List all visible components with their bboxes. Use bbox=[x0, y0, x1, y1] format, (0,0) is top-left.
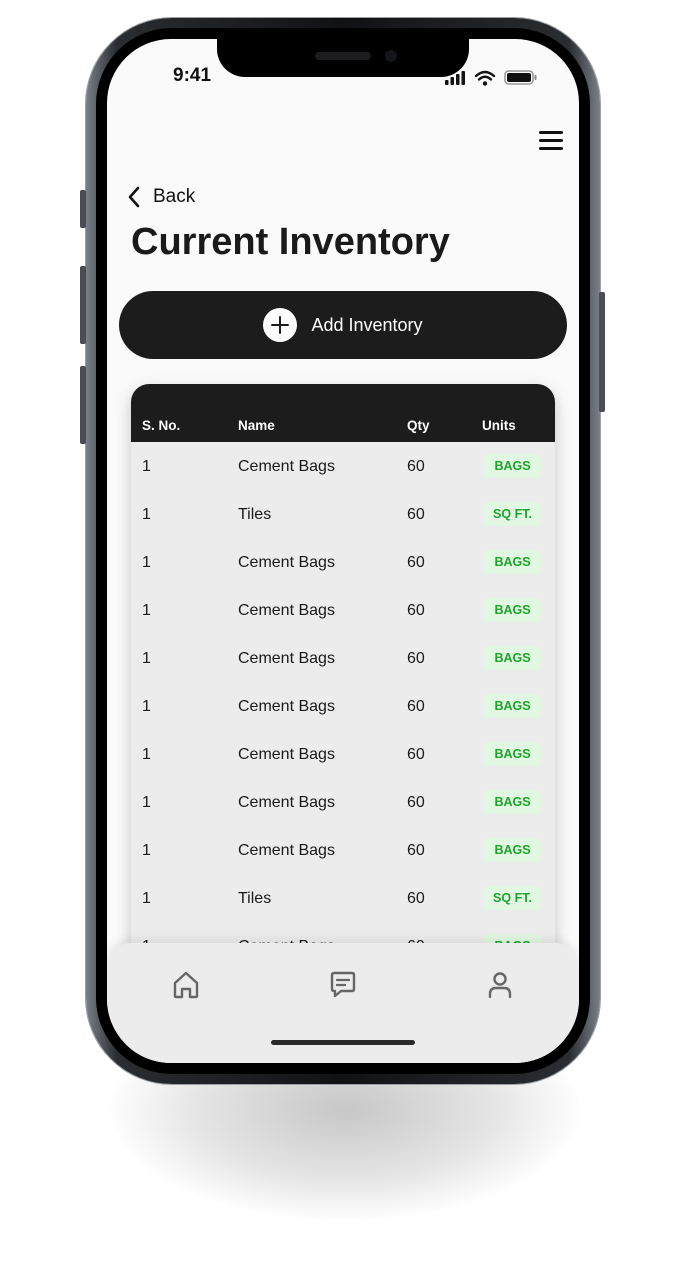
back-button[interactable]: Back bbox=[127, 184, 195, 210]
row-qty: 60 bbox=[407, 650, 425, 667]
row-sno: 1 bbox=[142, 746, 151, 763]
row-qty: 60 bbox=[407, 842, 425, 859]
row-sno: 1 bbox=[142, 458, 151, 475]
unit-badge: BAGS bbox=[484, 646, 541, 670]
table-row[interactable]: 1 Cement Bags 60 BAGS bbox=[131, 586, 555, 634]
table-row[interactable]: 1 Cement Bags 60 BAGS bbox=[131, 682, 555, 730]
row-qty: 60 bbox=[407, 602, 425, 619]
volume-down-button bbox=[80, 366, 86, 444]
chevron-left-icon bbox=[128, 186, 140, 208]
plus-circle-icon bbox=[263, 308, 298, 342]
row-name: Cement Bags bbox=[238, 794, 335, 811]
row-qty: 60 bbox=[407, 458, 425, 475]
row-name: Cement Bags bbox=[238, 842, 335, 859]
row-name: Cement Bags bbox=[238, 746, 335, 763]
table-body: 1 Cement Bags 60 BAGS 1 Tiles 60 SQ FT. 1 Cement … bbox=[131, 442, 555, 970]
table-row[interactable]: 1 Cement Bags 60 BAGS bbox=[131, 442, 555, 490]
silent-switch bbox=[80, 190, 86, 228]
row-sno: 1 bbox=[142, 698, 151, 715]
unit-badge: BAGS bbox=[484, 790, 541, 814]
row-sno: 1 bbox=[142, 794, 151, 811]
profile-icon[interactable] bbox=[484, 969, 516, 1001]
row-name: Tiles bbox=[238, 890, 272, 907]
table-row[interactable]: 1 Cement Bags 60 BAGS bbox=[131, 826, 555, 874]
header-sno: S. No. bbox=[142, 418, 181, 433]
unit-badge: BAGS bbox=[484, 550, 541, 574]
row-name: Cement Bags bbox=[238, 698, 335, 715]
table-row[interactable]: 1 Cement Bags 60 BAGS bbox=[131, 538, 555, 586]
home-indicator bbox=[271, 1040, 415, 1045]
home-icon[interactable] bbox=[170, 969, 202, 1001]
row-sno: 1 bbox=[142, 890, 151, 907]
table-row[interactable]: 1 Cement Bags 60 BAGS bbox=[131, 634, 555, 682]
status-icons bbox=[445, 69, 539, 87]
hamburger-menu-icon[interactable] bbox=[539, 129, 565, 151]
unit-badge: BAGS bbox=[484, 598, 541, 622]
row-name: Tiles bbox=[238, 506, 272, 523]
row-name: Cement Bags bbox=[238, 458, 335, 475]
row-sno: 1 bbox=[142, 842, 151, 859]
row-sno: 1 bbox=[142, 650, 151, 667]
table-row[interactable]: 1 Tiles 60 SQ FT. bbox=[131, 874, 555, 922]
row-qty: 60 bbox=[407, 506, 425, 523]
unit-badge: SQ FT. bbox=[484, 886, 541, 910]
row-name: Cement Bags bbox=[238, 650, 335, 667]
unit-badge: BAGS bbox=[484, 838, 541, 862]
row-qty: 60 bbox=[407, 698, 425, 715]
front-camera bbox=[385, 50, 397, 62]
table-row[interactable]: 1 Tiles 60 SQ FT. bbox=[131, 490, 555, 538]
header-name: Name bbox=[238, 418, 275, 433]
unit-badge: BAGS bbox=[484, 742, 541, 766]
unit-badge: BAGS bbox=[484, 694, 541, 718]
row-sno: 1 bbox=[142, 506, 151, 523]
notch bbox=[217, 39, 469, 77]
row-qty: 60 bbox=[407, 554, 425, 571]
page-title: Current Inventory bbox=[131, 221, 450, 263]
unit-badge: SQ FT. bbox=[484, 502, 541, 526]
row-sno: 1 bbox=[142, 602, 151, 619]
row-sno: 1 bbox=[142, 554, 151, 571]
back-label: Back bbox=[153, 186, 196, 207]
row-name: Cement Bags bbox=[238, 554, 335, 571]
volume-up-button bbox=[80, 266, 86, 344]
app-screen: 9:41 Back Current Inventory Add Inventor… bbox=[107, 39, 579, 1063]
signal-icon bbox=[445, 70, 537, 86]
row-qty: 60 bbox=[407, 746, 425, 763]
power-button bbox=[599, 292, 605, 412]
chat-icon[interactable] bbox=[327, 969, 359, 1001]
row-qty: 60 bbox=[407, 890, 425, 907]
speaker bbox=[315, 52, 371, 60]
row-name: Cement Bags bbox=[238, 602, 335, 619]
add-inventory-button[interactable]: Add Inventory bbox=[119, 291, 567, 359]
header-qty: Qty bbox=[407, 418, 430, 433]
add-inventory-label: Add Inventory bbox=[311, 314, 423, 335]
row-qty: 60 bbox=[407, 794, 425, 811]
table-row[interactable]: 1 Cement Bags 60 BAGS bbox=[131, 730, 555, 778]
header-units: Units bbox=[482, 418, 516, 433]
status-time: 9:41 bbox=[173, 65, 212, 86]
table-row[interactable]: 1 Cement Bags 60 BAGS bbox=[131, 778, 555, 826]
unit-badge: BAGS bbox=[484, 454, 541, 478]
bottom-nav-bar bbox=[107, 943, 579, 1063]
table-header: S. No. Name Qty Units bbox=[131, 384, 555, 442]
